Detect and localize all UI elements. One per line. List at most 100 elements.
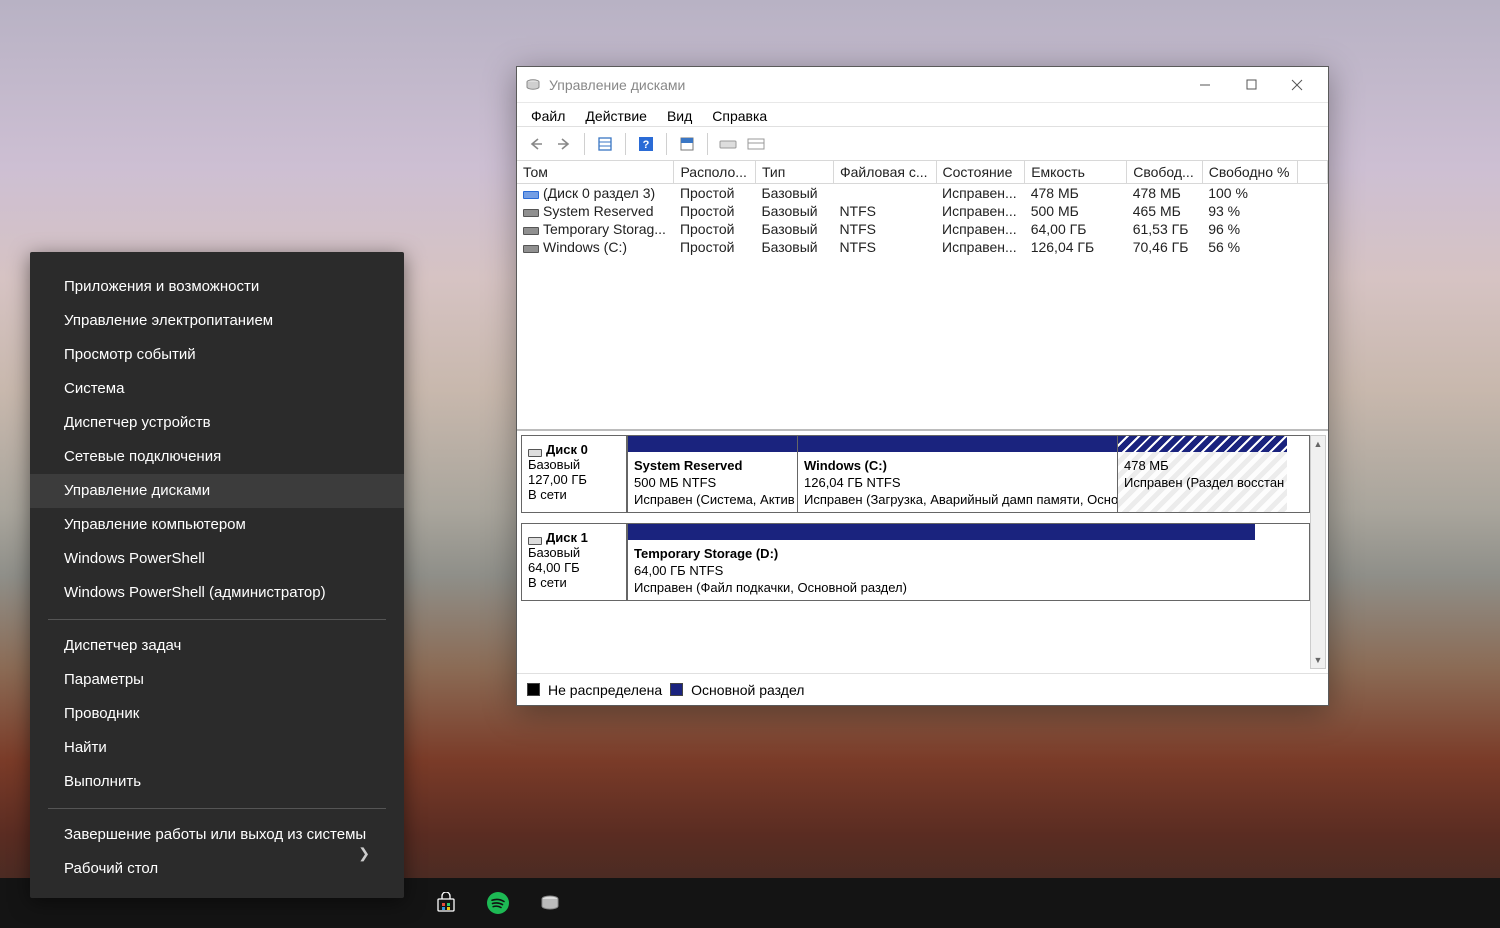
col-layout[interactable]: Располо... — [674, 161, 756, 184]
ctx-desktop[interactable]: Рабочий стол — [30, 852, 404, 886]
toolbar-separator — [666, 133, 667, 155]
nav-forward-button[interactable] — [551, 131, 577, 157]
ctx-search[interactable]: Найти — [30, 731, 404, 765]
ctx-network-connections[interactable]: Сетевые подключения — [30, 440, 404, 474]
ctx-file-explorer[interactable]: Проводник — [30, 697, 404, 731]
refresh-button[interactable] — [592, 131, 618, 157]
volume-icon — [523, 224, 539, 236]
taskbar-app-spotify[interactable] — [472, 878, 524, 928]
view-top-button[interactable] — [674, 131, 700, 157]
legend-unallocated-swatch — [527, 683, 540, 696]
list-icon — [747, 137, 765, 151]
panes-icon — [679, 136, 695, 152]
partition[interactable]: Windows (C:)126,04 ГБ NTFSИсправен (Загр… — [797, 436, 1117, 512]
ctx-task-manager[interactable]: Диспетчер задач — [30, 629, 404, 663]
partition[interactable]: Temporary Storage (D:)64,00 ГБ NTFSИспра… — [627, 524, 1255, 600]
nav-back-button[interactable] — [523, 131, 549, 157]
ctx-apps-features[interactable]: Приложения и возможности — [30, 270, 404, 304]
legend-primary-swatch — [670, 683, 683, 696]
volume-row[interactable]: System ReservedПростойБазовыйNTFSИсправе… — [517, 202, 1328, 220]
partition[interactable]: System Reserved500 МБ NTFSИсправен (Сист… — [627, 436, 797, 512]
partition-header-bar — [628, 524, 1255, 540]
disk-icon — [528, 534, 542, 544]
taskbar-app-diskmgmt[interactable] — [524, 878, 576, 928]
disk-info[interactable]: Диск 1Базовый64,00 ГБВ сети — [521, 523, 627, 601]
toolbar: ? — [517, 127, 1328, 161]
close-icon — [1291, 79, 1303, 91]
scroll-up-button[interactable]: ▲ — [1311, 436, 1325, 452]
winx-context-menu: Приложения и возможности Управление элек… — [30, 252, 404, 898]
volume-row[interactable]: Windows (C:)ПростойБазовыйNTFSИсправен..… — [517, 238, 1328, 256]
refresh-icon — [597, 136, 613, 152]
col-type[interactable]: Тип — [755, 161, 833, 184]
help-button[interactable]: ? — [633, 131, 659, 157]
taskbar-app-store[interactable] — [420, 878, 472, 928]
ctx-power-options[interactable]: Управление электропитанием — [30, 304, 404, 338]
ctx-shutdown-label: Завершение работы или выход из системы — [64, 826, 366, 843]
spotify-icon — [486, 891, 510, 915]
partition-header-bar — [798, 436, 1117, 452]
svg-text:?: ? — [643, 139, 650, 151]
action-button-2[interactable] — [743, 131, 769, 157]
ctx-separator — [48, 808, 386, 809]
titlebar[interactable]: Управление дисками — [517, 67, 1328, 103]
col-capacity[interactable]: Емкость — [1025, 161, 1127, 184]
disk-row: Диск 0Базовый127,00 ГБВ сетиSystem Reser… — [521, 435, 1310, 513]
col-volume[interactable]: Том — [517, 161, 674, 184]
col-freepct[interactable]: Свободно % — [1202, 161, 1298, 184]
ctx-separator — [48, 619, 386, 620]
col-status[interactable]: Состояние — [936, 161, 1025, 184]
legend-unallocated-label: Не распределена — [548, 682, 662, 698]
volume-list[interactable]: Том Располо... Тип Файловая с... Состоян… — [517, 161, 1328, 431]
help-icon: ? — [638, 136, 654, 152]
minimize-button[interactable] — [1182, 69, 1228, 101]
partition-content: Temporary Storage (D:)64,00 ГБ NTFSИспра… — [628, 540, 1255, 600]
drive-icon — [719, 137, 737, 151]
menu-help[interactable]: Справка — [704, 106, 779, 126]
maximize-icon — [1246, 79, 1257, 90]
diskmgmt-icon — [525, 77, 541, 93]
close-button[interactable] — [1274, 69, 1320, 101]
partition-content: Windows (C:)126,04 ГБ NTFSИсправен (Загр… — [798, 452, 1117, 512]
arrow-right-icon — [556, 137, 572, 151]
menu-view[interactable]: Вид — [659, 106, 704, 126]
partition[interactable]: 478 МБИсправен (Раздел восстан — [1117, 436, 1287, 512]
chevron-right-icon: ❯ — [358, 844, 370, 862]
ctx-computer-management[interactable]: Управление компьютером — [30, 508, 404, 542]
ctx-event-viewer[interactable]: Просмотр событий — [30, 338, 404, 372]
volume-row[interactable]: Temporary Storag...ПростойБазовыйNTFSИсп… — [517, 220, 1328, 238]
ctx-powershell-admin[interactable]: Windows PowerShell (администратор) — [30, 576, 404, 610]
action-button-1[interactable] — [715, 131, 741, 157]
ctx-shutdown-signout[interactable]: Завершение работы или выход из системы ❯ — [30, 818, 404, 852]
disk-row: Диск 1Базовый64,00 ГБВ сетиTemporary Sto… — [521, 523, 1310, 601]
minimize-icon — [1199, 79, 1211, 91]
arrow-left-icon — [528, 137, 544, 151]
ctx-run[interactable]: Выполнить — [30, 765, 404, 799]
ctx-settings[interactable]: Параметры — [30, 663, 404, 697]
diskmgmt-taskbar-icon — [539, 892, 561, 914]
ctx-powershell[interactable]: Windows PowerShell — [30, 542, 404, 576]
partition-content: System Reserved500 МБ NTFSИсправен (Сист… — [628, 452, 797, 512]
volume-row[interactable]: (Диск 0 раздел 3)ПростойБазовыйИсправен.… — [517, 184, 1328, 203]
volume-icon — [523, 188, 539, 200]
disk-icon — [528, 446, 542, 456]
disk-graphical-view[interactable]: Диск 0Базовый127,00 ГБВ сетиSystem Reser… — [517, 431, 1328, 673]
ctx-disk-management[interactable]: Управление дисками — [30, 474, 404, 508]
col-free[interactable]: Свобод... — [1127, 161, 1203, 184]
maximize-button[interactable] — [1228, 69, 1274, 101]
legend: Не распределена Основной раздел — [517, 673, 1328, 705]
vertical-scrollbar[interactable]: ▲ ▼ — [1310, 435, 1326, 669]
menu-action[interactable]: Действие — [577, 106, 659, 126]
col-fs[interactable]: Файловая с... — [833, 161, 936, 184]
partition-header-bar — [628, 436, 797, 452]
disk-info[interactable]: Диск 0Базовый127,00 ГБВ сети — [521, 435, 627, 513]
legend-primary-label: Основной раздел — [691, 682, 804, 698]
menu-bar: Файл Действие Вид Справка — [517, 103, 1328, 127]
toolbar-separator — [707, 133, 708, 155]
ctx-system[interactable]: Система — [30, 372, 404, 406]
partition-content: 478 МБИсправен (Раздел восстан — [1118, 452, 1287, 512]
ctx-device-manager[interactable]: Диспетчер устройств — [30, 406, 404, 440]
column-headers[interactable]: Том Располо... Тип Файловая с... Состоян… — [517, 161, 1328, 184]
scroll-down-button[interactable]: ▼ — [1311, 652, 1325, 668]
menu-file[interactable]: Файл — [523, 106, 577, 126]
